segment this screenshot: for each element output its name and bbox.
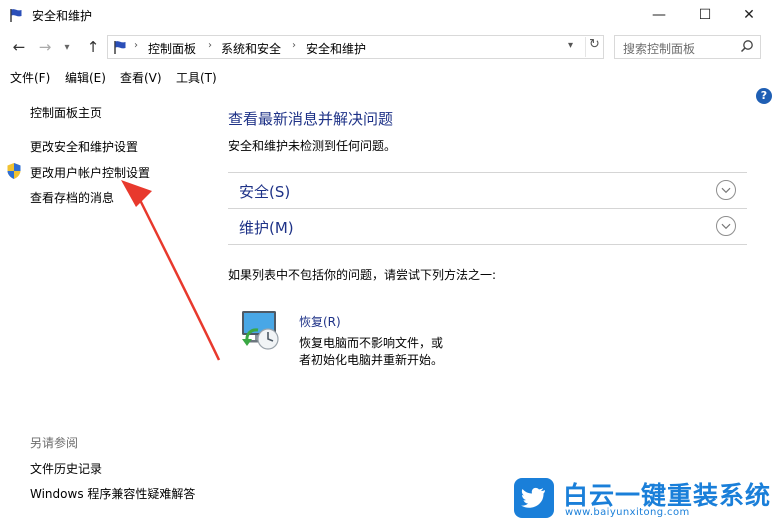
breadcrumb-system-security[interactable]: 系统和安全 — [221, 40, 281, 57]
recovery-description-line1: 恢复电脑而不影响文件，或 — [299, 336, 444, 350]
change-uac-settings-link[interactable]: 更改用户帐户控制设置 — [30, 164, 150, 181]
up-arrow-icon[interactable]: ↑ — [82, 36, 104, 58]
security-section-header[interactable]: 安全(S) — [228, 172, 747, 208]
address-bar[interactable]: › 控制面板 › 系统和安全 › 安全和维护 ▾ ↻ — [107, 35, 604, 59]
watermark-logo: 白云一键重装系统 www.baiyunxitong.com — [514, 476, 770, 520]
menu-edit[interactable]: 编辑(E) — [65, 69, 106, 86]
window-title: 安全和维护 — [32, 9, 93, 23]
search-icon[interactable] — [740, 39, 754, 53]
menu-tools[interactable]: 工具(T) — [176, 69, 217, 86]
help-icon[interactable]: ? — [756, 88, 772, 104]
recovery-computer-icon — [242, 311, 279, 350]
page-title: 查看最新消息并解决问题 — [228, 110, 394, 128]
expand-chevron-icon[interactable] — [716, 216, 736, 236]
expand-chevron-icon[interactable] — [716, 180, 736, 200]
search-input[interactable]: 搜索控制面板 — [614, 35, 761, 59]
navigation-bar: ← → ▾ ↑ › 控制面板 › 系统和安全 › 安全和维护 ▾ ↻ 搜索控制面… — [0, 32, 772, 62]
maximize-button[interactable]: ☐ — [682, 0, 728, 30]
view-archived-messages-link[interactable]: 查看存档的消息 — [30, 189, 114, 206]
change-security-maintenance-settings-link[interactable]: 更改安全和维护设置 — [30, 138, 138, 155]
compatibility-troubleshooter-link[interactable]: Windows 程序兼容性疑难解答 — [30, 485, 195, 502]
close-button[interactable]: ✕ — [726, 0, 772, 30]
address-dropdown-icon[interactable]: ▾ — [568, 40, 573, 51]
security-section-label[interactable]: 安全(S) — [239, 181, 290, 202]
watermark-url: www.baiyunxitong.com — [565, 507, 690, 518]
status-message: 安全和维护未检测到任何问题。 — [228, 139, 397, 153]
file-history-link[interactable]: 文件历史记录 — [30, 460, 102, 477]
breadcrumb-security-maintenance[interactable]: 安全和维护 — [306, 40, 366, 57]
refresh-icon[interactable]: ↻ — [585, 37, 603, 57]
try-options-text: 如果列表中不包括你的问题，请尝试下列方法之一: — [228, 268, 497, 282]
forward-arrow-icon[interactable]: → — [34, 36, 56, 58]
breadcrumb-separator-icon[interactable]: › — [208, 40, 212, 51]
back-arrow-icon[interactable]: ← — [8, 36, 30, 58]
maintenance-section-header[interactable]: 维护(M) — [228, 208, 747, 244]
recovery-description-line2: 者初始化电脑并重新开始。 — [299, 353, 444, 367]
uac-shield-icon — [7, 163, 21, 179]
menu-bar: 文件(F) 编辑(E) 查看(V) 工具(T) — [0, 66, 772, 88]
menu-view[interactable]: 查看(V) — [120, 69, 162, 86]
breadcrumb-separator-icon[interactable]: › — [292, 40, 296, 51]
menu-file[interactable]: 文件(F) — [10, 69, 50, 86]
left-navigation-pane: 控制面板主页 更改安全和维护设置 更改用户帐户控制设置 查看存档的消息 另请参阅… — [0, 90, 205, 522]
recent-locations-chevron-icon[interactable]: ▾ — [60, 36, 74, 58]
breadcrumb-control-panel[interactable]: 控制面板 — [148, 40, 196, 57]
search-placeholder: 搜索控制面板 — [623, 42, 696, 56]
title-bar: 安全和维护 — ☐ ✕ — [0, 0, 772, 30]
recovery-link[interactable]: 恢复(R) — [299, 313, 341, 330]
maintenance-section-label[interactable]: 维护(M) — [239, 217, 294, 238]
minimize-button[interactable]: — — [636, 0, 682, 30]
section-divider — [228, 244, 747, 245]
see-also-label: 另请参阅 — [30, 436, 79, 450]
control-panel-home-link[interactable]: 控制面板主页 — [30, 104, 102, 121]
security-flag-icon — [114, 41, 126, 54]
security-flag-icon — [10, 9, 22, 22]
twitter-bird-icon — [514, 478, 554, 518]
breadcrumb-separator-icon[interactable]: › — [134, 40, 138, 51]
